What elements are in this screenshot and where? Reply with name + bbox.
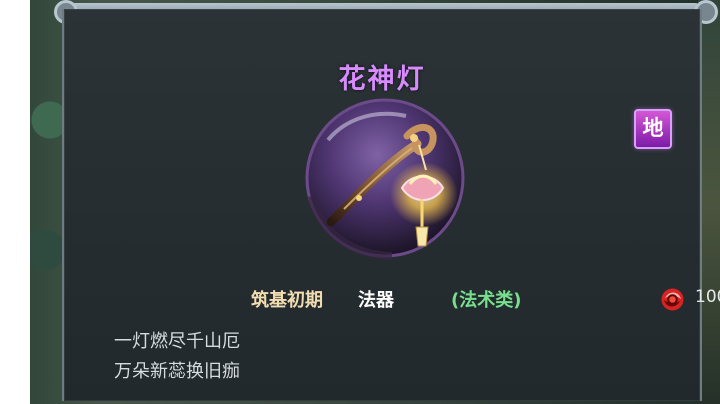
grade-badge: 地 [634,109,672,149]
item-info-panel: 花神灯 地 筑基初期 法器 (法术类) 10 一灯燃尽千山厄 万朵新蕊换旧痂 [62,9,720,401]
item-detail-screen: 花神灯 地 筑基初期 法器 (法术类) 10 一灯燃尽千山厄 万朵新蕊换旧痂 [0,0,720,404]
item-type: 法器 [358,290,394,311]
power-value: 100 [695,287,720,307]
flower-lantern-staff-icon [305,98,465,260]
item-stats-row: 筑基初期 法器 (法术类) 100 [239,286,720,314]
left-margin [0,0,30,404]
item-description: 一灯燃尽千山厄 万朵新蕊换旧痂 [114,327,240,387]
description-line-1: 一灯燃尽千山厄 [114,331,240,352]
description-line-2: 万朵新蕊换旧痂 [114,361,240,382]
item-title: 花神灯 [338,64,426,95]
power-orb-icon [661,288,684,311]
item-category: (法术类) [451,290,522,311]
required-realm: 筑基初期 [251,290,323,311]
